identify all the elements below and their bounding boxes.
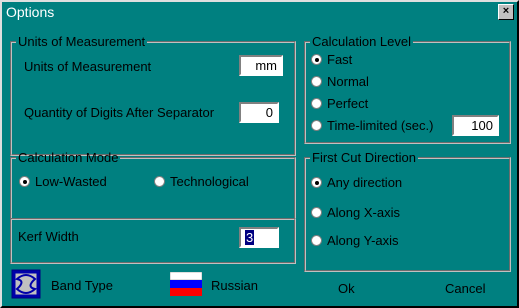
radio-dot-low-wasted: [19, 176, 30, 187]
units-group: Units of Measurement: [10, 34, 296, 156]
radio-normal[interactable]: Normal: [311, 74, 369, 89]
units-group-title: Units of Measurement: [18, 34, 146, 49]
calc-level-group-title: Calculation Level: [312, 34, 412, 49]
russian-flag-icon[interactable]: [169, 271, 203, 296]
radio-label-normal: Normal: [327, 74, 369, 89]
radio-dot-time-limited: [311, 120, 322, 131]
radio-label-low-wasted: Low-Wasted: [35, 174, 107, 189]
digits-label: Quantity of Digits After Separator: [24, 105, 215, 120]
radio-label-along-y: Along Y-axis: [327, 233, 399, 248]
radio-fast[interactable]: Fast: [311, 52, 352, 67]
digits-input[interactable]: 0: [239, 102, 279, 123]
radio-dot-normal: [311, 76, 322, 87]
language-label[interactable]: Russian: [211, 278, 258, 293]
radio-dot-along-x: [311, 207, 322, 218]
dialog-body: Units of Measurement Units of Measuremen…: [2, 22, 517, 306]
kerf-value: 3: [245, 230, 255, 245]
radio-perfect[interactable]: Perfect: [311, 96, 368, 111]
radio-along-y[interactable]: Along Y-axis: [311, 233, 399, 248]
first-cut-group-title: First Cut Direction: [312, 150, 417, 165]
radio-label-along-x: Along X-axis: [327, 205, 400, 220]
radio-dot-along-y: [311, 235, 322, 246]
radio-dot-technological: [154, 176, 165, 187]
options-dialog: Options × Units of Measurement Units of …: [0, 0, 519, 308]
ok-button[interactable]: Ok: [338, 281, 355, 296]
units-label: Units of Measurement: [24, 59, 152, 74]
kerf-input[interactable]: 3: [239, 227, 279, 248]
radio-any-direction[interactable]: Any direction: [311, 175, 402, 190]
radio-technological[interactable]: Technological: [154, 174, 249, 189]
title-bar: Options ×: [2, 2, 517, 22]
close-button[interactable]: ×: [498, 4, 514, 20]
radio-label-any-direction: Any direction: [327, 175, 403, 190]
radio-label-perfect: Perfect: [327, 96, 369, 111]
radio-dot-any-direction: [311, 177, 322, 188]
radio-time-limited[interactable]: Time-limited (sec.): [311, 118, 433, 133]
radio-label-technological: Technological: [170, 174, 249, 189]
window-title: Options: [6, 4, 55, 20]
radio-along-x[interactable]: Along X-axis: [311, 205, 400, 220]
radio-dot-perfect: [311, 98, 322, 109]
time-limit-input[interactable]: 100: [452, 115, 499, 136]
radio-label-time-limited: Time-limited (sec.): [327, 118, 434, 133]
calc-mode-group-title: Calculation Mode: [18, 150, 119, 165]
cancel-button[interactable]: Cancel: [445, 281, 485, 296]
band-type-icon[interactable]: [11, 269, 41, 299]
radio-label-fast: Fast: [327, 52, 353, 67]
close-icon: ×: [502, 5, 510, 17]
units-input[interactable]: mm: [239, 55, 283, 76]
kerf-label: Kerf Width: [18, 229, 79, 244]
radio-low-wasted[interactable]: Low-Wasted: [19, 174, 107, 189]
radio-dot-fast: [311, 54, 322, 65]
band-type-label[interactable]: Band Type: [51, 278, 113, 293]
